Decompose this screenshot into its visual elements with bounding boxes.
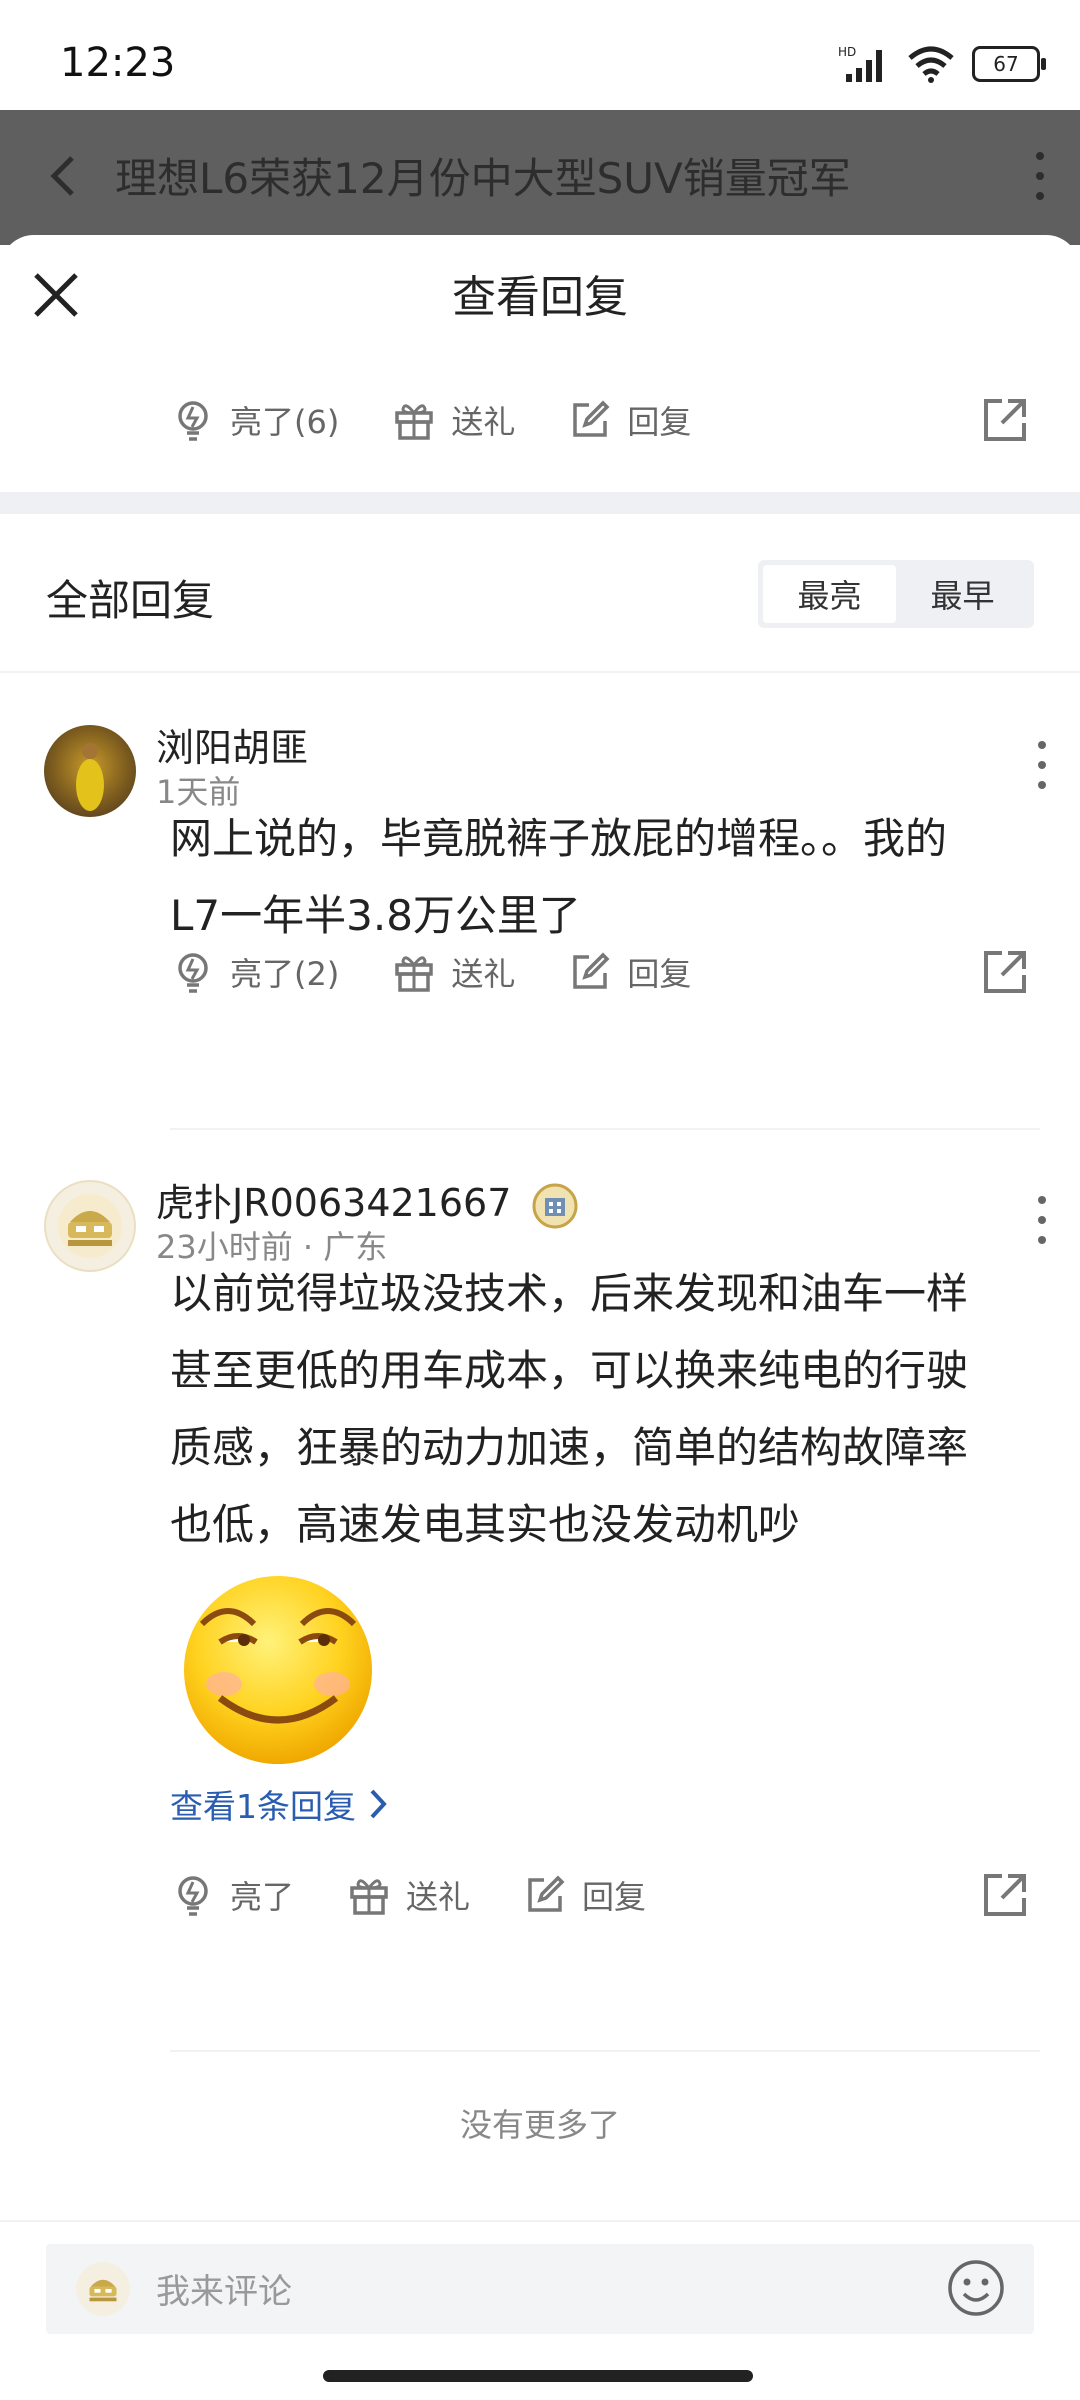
sheet-title: 查看回复 (452, 272, 628, 323)
view-replies-label: 查看1条回复 (170, 1787, 356, 1826)
lightbulb-icon (178, 401, 208, 441)
comment-line: 甚至更低的用车成本，可以换来纯电的行驶 (170, 1346, 969, 1395)
avatar[interactable] (44, 1180, 136, 1272)
battery-level: 67 (993, 52, 1019, 76)
emoji-icon[interactable] (946, 2258, 1006, 2318)
sort-option-hottest[interactable]: 最亮 (763, 565, 896, 623)
gift-icon (350, 1879, 388, 1915)
edit-icon (573, 400, 610, 437)
status-bar: 12:23 HD 67 (0, 0, 1080, 110)
sort-toggle: 最亮 最早 (758, 560, 1034, 628)
reply-label: 回复 (627, 403, 692, 441)
article-header: 理想L6荣获12月份中大型SUV销量冠军 (0, 110, 1080, 245)
user-avatar (76, 2262, 130, 2316)
edit-icon (528, 1875, 565, 1912)
reply-sheet: 查看回复 亮了(6) 送礼 回复 全部回复 最亮 最早 浏阳胡匪 1天前 网上说… (0, 235, 1080, 2400)
lightbulb-icon (178, 953, 208, 993)
username-text: 虎扑JR0063421667 (156, 1181, 512, 1225)
gift-label: 送礼 (451, 403, 516, 441)
more-vertical-icon[interactable] (1032, 735, 1052, 795)
comment-placeholder: 我来评论 (156, 2272, 292, 2312)
status-icons: HD 67 (838, 40, 1046, 88)
reply-button[interactable]: 回复 (522, 1872, 646, 1918)
comment-action-row: 亮了 送礼 回复 (170, 1855, 1030, 1935)
more-vertical-icon[interactable] (1028, 146, 1052, 206)
smirk-emoji-icon (184, 1576, 372, 1764)
divider-line (170, 1128, 1040, 1130)
comment-line: 也低，高速发电其实也没发动机吵 (170, 1500, 801, 1549)
avatar-image (58, 1194, 122, 1258)
section-title: 全部回复 (46, 576, 215, 625)
gift-icon (395, 956, 434, 992)
share-icon[interactable] (980, 947, 1030, 997)
article-title: 理想L6荣获12月份中大型SUV销量冠军 (115, 154, 851, 203)
sort-option-earliest[interactable]: 最早 (896, 565, 1029, 623)
more-vertical-icon[interactable] (1032, 1190, 1052, 1250)
gift-label: 送礼 (406, 1878, 471, 1916)
like-button[interactable]: 亮了(2) (170, 949, 339, 995)
username[interactable]: 虎扑JR0063421667 (156, 1172, 579, 1230)
like-button[interactable]: 亮了 (170, 1872, 294, 1918)
divider-line (170, 2050, 1040, 2052)
svg-text:HD: HD (838, 45, 856, 59)
comment-body: 网上说的，毕竟脱裤子放屁的增程。。我的 L7一年半3.8万公里了 (170, 800, 1040, 954)
share-icon[interactable] (980, 395, 1030, 445)
gift-label: 送礼 (451, 955, 516, 993)
share-icon[interactable] (980, 1870, 1030, 1920)
gift-button[interactable]: 送礼 (391, 397, 515, 443)
comment-line: 网上说的，毕竟脱裤子放屁的增程。。我的 (170, 814, 948, 863)
post-action-row: 亮了(6) 送礼 回复 (170, 380, 1030, 460)
divider-line (0, 671, 1080, 673)
gift-button[interactable]: 送礼 (346, 1872, 470, 1918)
badge-icon (532, 1183, 578, 1228)
section-divider (0, 492, 1080, 514)
comment-body: 以前觉得垃圾没技术，后来发现和油车一样 甚至更低的用车成本，可以换来纯电的行驶 … (170, 1255, 1040, 1563)
sheet-header: 查看回复 (0, 235, 1080, 355)
wifi-icon (908, 46, 954, 83)
avatar-image (44, 725, 136, 817)
avatar-image (76, 2262, 130, 2316)
comment-line: 质感，狂暴的动力加速，简单的结构故障率 (170, 1423, 969, 1472)
end-of-list-text: 没有更多了 (459, 2106, 620, 2144)
like-label: 亮了(2) (230, 955, 340, 993)
comment-line: 以前觉得垃圾没技术，后来发现和油车一样 (170, 1269, 969, 1318)
reply-button[interactable]: 回复 (567, 949, 691, 995)
chevron-right-icon (370, 1789, 387, 1819)
status-time: 12:23 (60, 40, 176, 86)
signal-icon: HD (838, 45, 882, 82)
like-button[interactable]: 亮了(6) (170, 397, 339, 443)
comment-action-row: 亮了(2) 送礼 回复 (170, 932, 1030, 1012)
lightbulb-icon (178, 1876, 208, 1916)
reply-label: 回复 (627, 955, 692, 993)
back-arrow-icon[interactable] (42, 152, 90, 200)
reply-button[interactable]: 回复 (567, 397, 691, 443)
home-indicator (323, 2370, 753, 2382)
view-replies-link[interactable]: 查看1条回复 (170, 1780, 392, 1828)
edit-icon (573, 952, 610, 989)
gift-icon (395, 404, 434, 440)
battery-icon: 67 (972, 46, 1046, 82)
avatar[interactable] (44, 725, 136, 817)
username[interactable]: 浏阳胡匪 (156, 717, 308, 772)
reply-label: 回复 (582, 1878, 647, 1916)
gift-button[interactable]: 送礼 (391, 949, 515, 995)
like-label: 亮了(6) (230, 403, 340, 441)
divider-line (0, 2220, 1080, 2222)
comment-input[interactable]: 我来评论 (46, 2244, 1034, 2334)
like-label: 亮了 (230, 1878, 295, 1916)
comment-bar: 我来评论 (0, 2220, 1080, 2400)
